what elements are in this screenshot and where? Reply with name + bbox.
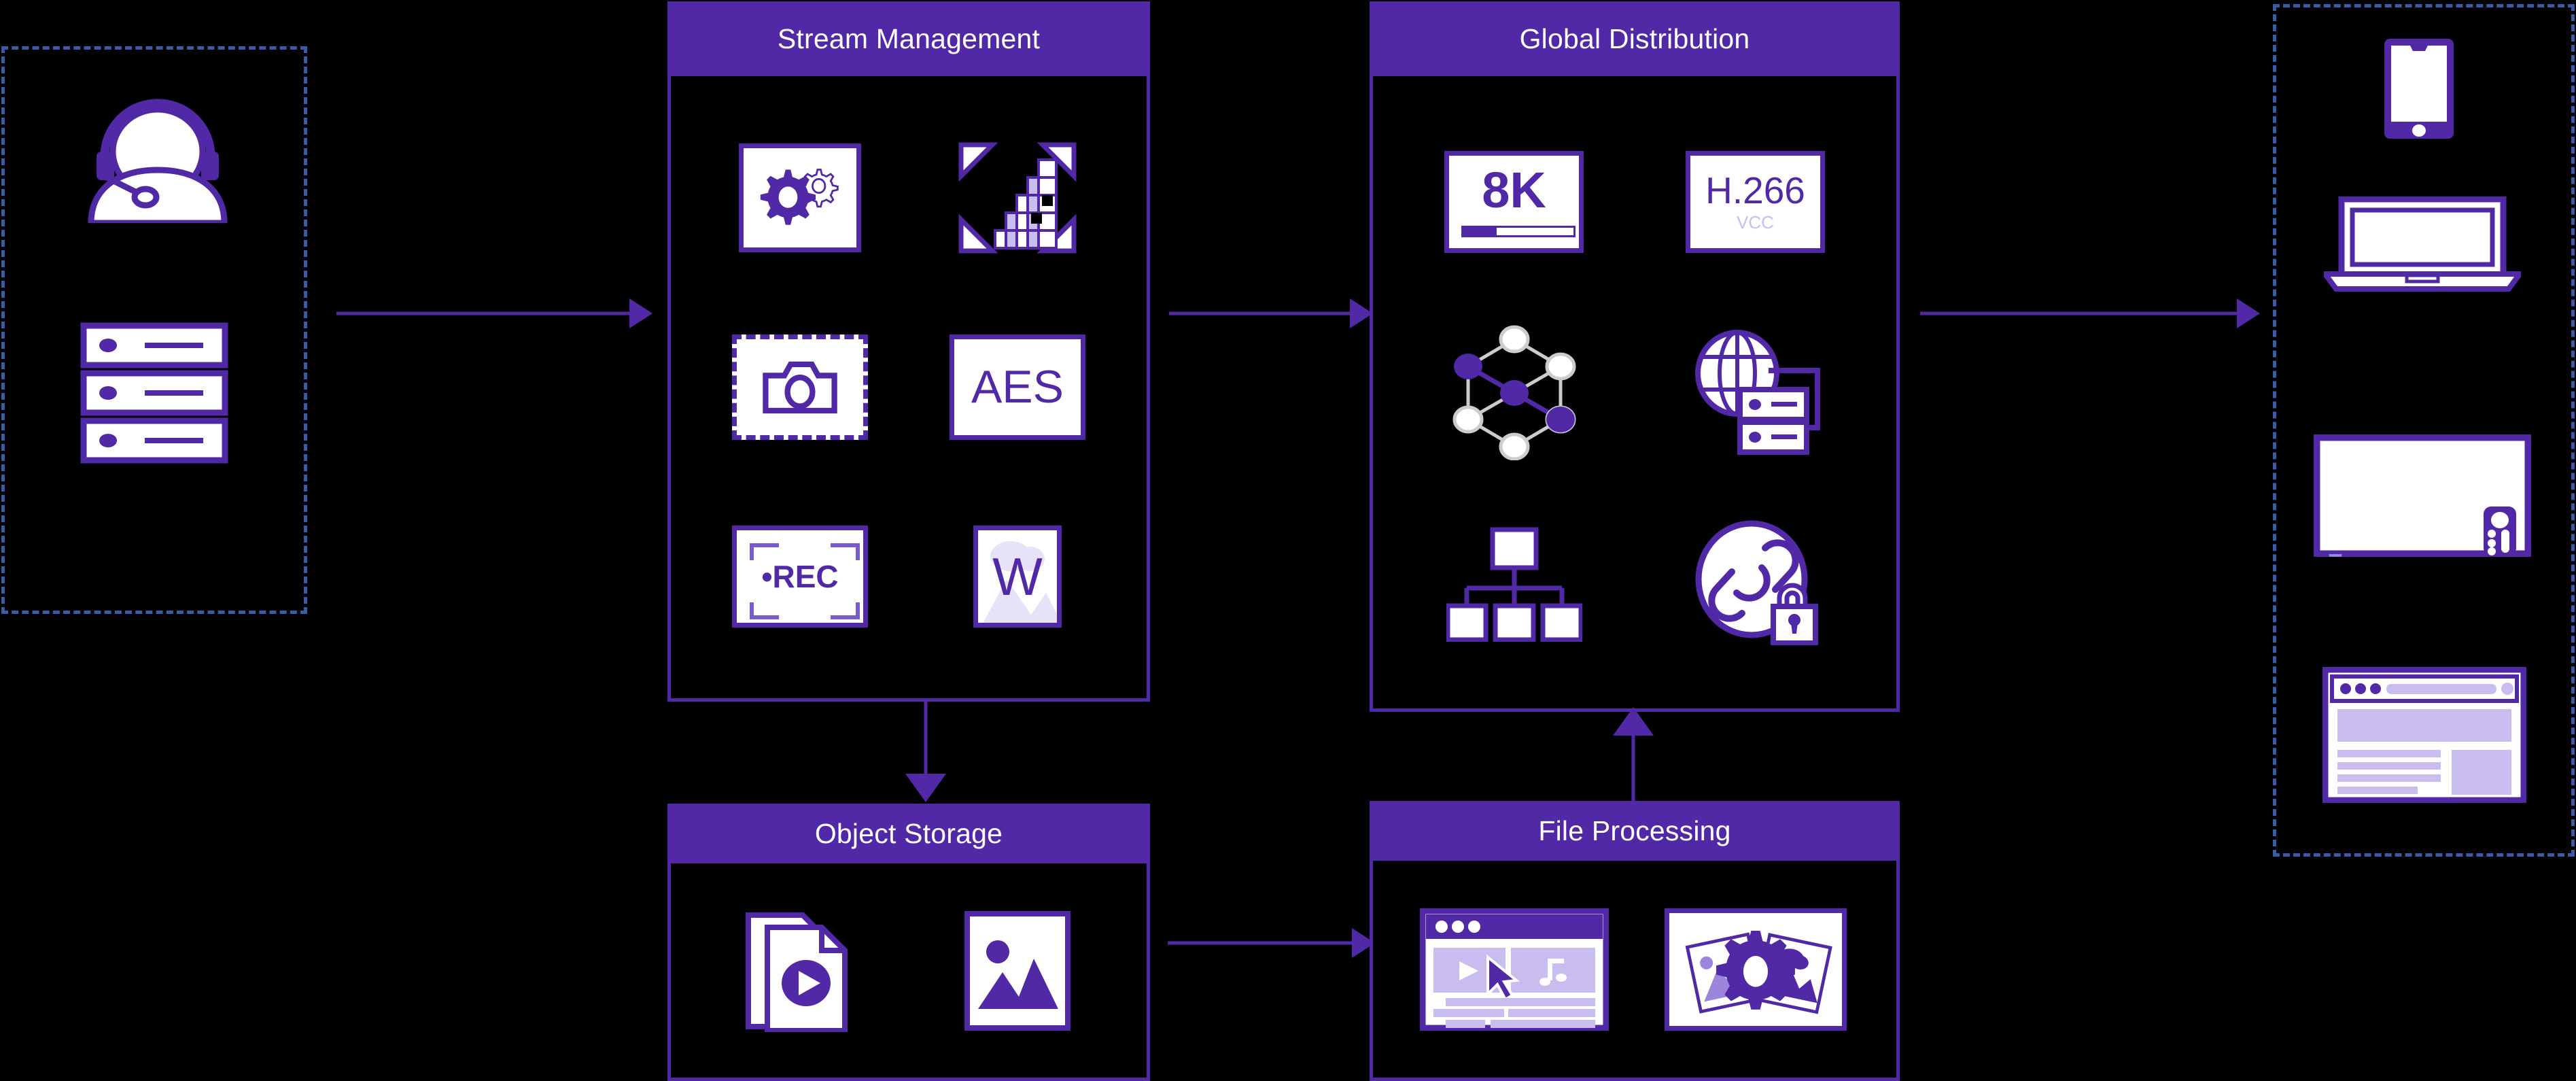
- arrow-stream-to-storage: [888, 699, 963, 802]
- image-processing-icon[interactable]: [1664, 908, 1847, 1031]
- slot-transcode: [909, 103, 1126, 292]
- architecture-diagram: Stream Management AES •REC W Global Dist…: [0, 0, 2576, 1081]
- gears-icon[interactable]: [739, 143, 861, 253]
- codec-h266-tile[interactable]: H.266 VCC: [1686, 150, 1825, 253]
- slot-image-processing: [1635, 881, 1876, 1057]
- delivery-endpoints-group: [2273, 4, 2575, 857]
- browser-window-icon: [2322, 667, 2526, 803]
- object-storage-title: Object Storage: [667, 804, 1150, 863]
- slot-watermark: W: [909, 482, 1126, 671]
- object-storage-body: [667, 863, 1150, 1081]
- stream-management-body: AES •REC W: [667, 76, 1150, 702]
- arrow-stream-to-distribution: [1169, 296, 1373, 330]
- stream-management-title: Stream Management: [667, 1, 1150, 76]
- codec-label: H.266: [1705, 169, 1805, 212]
- arrow-processing-to-distribution: [1596, 707, 1671, 806]
- card-object-storage: Object Storage: [667, 804, 1150, 1081]
- slot-secure-link: [1635, 487, 1876, 678]
- slot-video-file: [691, 882, 909, 1059]
- codec-sublabel: VCC: [1737, 212, 1774, 233]
- smart-tv-icon: [2314, 434, 2531, 557]
- slot-globe-servers: [1635, 297, 1876, 487]
- watermark-label: W: [992, 546, 1043, 606]
- secure-link-icon[interactable]: [1689, 519, 1822, 646]
- file-processing-body: [1370, 861, 1900, 1081]
- user-headset-icon: [69, 94, 246, 223]
- aes-encryption-tile[interactable]: AES: [950, 334, 1085, 440]
- slot-rec: •REC: [691, 482, 909, 671]
- pixel-transcode-icon[interactable]: [953, 137, 1082, 259]
- video-file-icon[interactable]: [744, 910, 856, 1032]
- globe-servers-icon[interactable]: [1684, 324, 1827, 460]
- slot-h266: H.266 VCC: [1635, 107, 1876, 297]
- card-file-processing: File Processing: [1370, 801, 1900, 1081]
- recording-tile[interactable]: •REC: [732, 525, 868, 628]
- smartphone-icon: [2382, 36, 2456, 141]
- slot-8k: 8K: [1393, 107, 1635, 297]
- slot-cdn-mesh: [1393, 297, 1635, 487]
- slot-gears: [691, 103, 909, 292]
- resolution-8k-tile[interactable]: 8K: [1444, 150, 1584, 253]
- resolution-label: 8K: [1482, 161, 1546, 218]
- global-distribution-body: 8K H.266 VCC: [1370, 76, 1900, 712]
- slot-camera: [691, 292, 909, 481]
- cdn-mesh-icon[interactable]: [1446, 324, 1582, 460]
- image-file-icon[interactable]: [963, 910, 1072, 1032]
- card-stream-management: Stream Management AES •REC W: [667, 1, 1150, 702]
- slot-image-file: [909, 882, 1126, 1059]
- file-processing-title: File Processing: [1370, 801, 1900, 861]
- card-global-distribution: Global Distribution 8K H.266 VCC: [1370, 1, 1900, 712]
- watermark-icon[interactable]: W: [973, 525, 1062, 628]
- video-editor-icon[interactable]: [1419, 908, 1609, 1031]
- camera-capture-icon[interactable]: [732, 334, 868, 440]
- arrow-storage-to-processing: [1168, 926, 1375, 960]
- resolution-progress-fill: [1463, 227, 1497, 235]
- global-distribution-title: Global Distribution: [1370, 1, 1900, 76]
- laptop-icon: [2324, 196, 2521, 292]
- slot-hierarchy: [1393, 487, 1635, 678]
- arrow-source-to-stream: [336, 296, 652, 330]
- source-endpoints-group: [1, 46, 307, 614]
- slot-video-editor: [1393, 881, 1635, 1057]
- aes-label: AES: [971, 361, 1064, 413]
- hierarchy-tree-icon[interactable]: [1446, 523, 1582, 642]
- resolution-progress-bar: [1461, 225, 1576, 237]
- arrow-distribution-to-delivery: [1920, 296, 2260, 330]
- slot-aes: AES: [909, 292, 1126, 481]
- server-stack-icon: [80, 322, 229, 464]
